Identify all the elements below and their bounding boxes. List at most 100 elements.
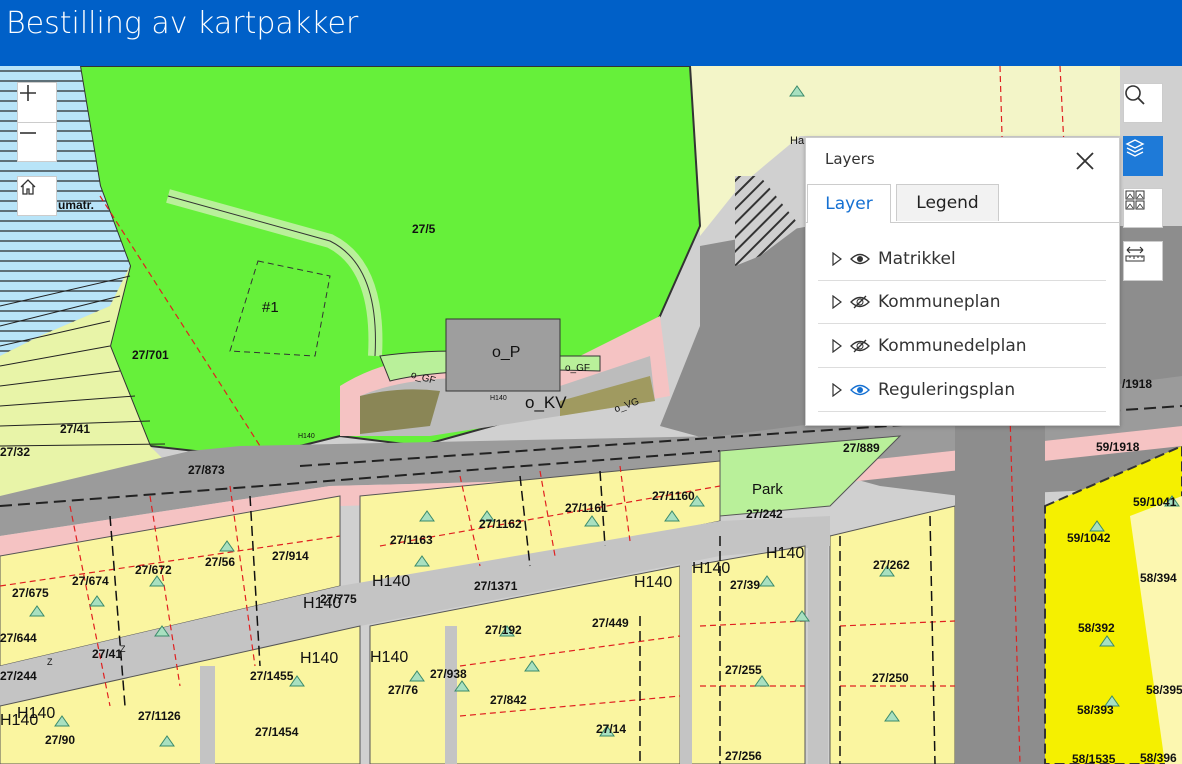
tab-layer[interactable]: Layer	[807, 184, 891, 223]
map-label: 27/938	[430, 667, 467, 681]
map-label: 27/873	[188, 463, 225, 477]
map-label: 27/250	[872, 671, 909, 685]
layer-row-kommunedelplan[interactable]: Kommunedelplan	[818, 324, 1106, 368]
zoom-out-button[interactable]	[17, 122, 57, 162]
map-label: 27/41	[92, 647, 122, 661]
map-label: 27/1163	[390, 533, 433, 547]
map-label: 27/1162	[479, 517, 522, 531]
layer-label: Kommunedelplan	[878, 335, 1027, 356]
close-button[interactable]	[1074, 150, 1096, 172]
expand-icon[interactable]	[832, 382, 842, 397]
home-button[interactable]	[17, 176, 57, 216]
layer-row-reguleringsplan[interactable]: Reguleringsplan	[818, 368, 1106, 412]
map-label: 27/76	[388, 683, 418, 697]
map-label: Z	[120, 644, 126, 654]
map-label: 27/449	[592, 616, 629, 630]
map-label: o_P	[492, 344, 520, 361]
map-label: 58/1535	[1072, 752, 1116, 764]
map-label: 27/5	[412, 222, 436, 236]
hidden-eye-icon[interactable]	[850, 295, 870, 309]
map-label: o_GF	[565, 363, 590, 374]
layers-tabs: Layer Legend	[806, 184, 1119, 223]
map-label: H140	[300, 650, 338, 667]
map-label: 27/674	[72, 574, 109, 588]
map-label: H140	[370, 649, 408, 666]
layers-button[interactable]	[1123, 136, 1163, 176]
measure-icon	[1125, 246, 1145, 262]
map-label: Park	[752, 481, 783, 498]
home-icon	[20, 179, 36, 195]
layer-label: Reguleringsplan	[878, 379, 1016, 400]
layers-panel: Layers Layer Legend Matrikkel Kommunepla…	[805, 137, 1120, 426]
zoom-in-button[interactable]	[17, 82, 57, 122]
map-label: H140	[0, 712, 38, 729]
expand-icon[interactable]	[832, 294, 842, 309]
map-label: 27/842	[490, 693, 527, 707]
lot-block-3	[829, 505, 956, 764]
map-label: 27/1126	[138, 709, 181, 723]
map-label: 27/262	[873, 558, 910, 572]
map-label: H140	[303, 595, 341, 612]
map-label: 27/644	[0, 631, 37, 645]
map-label: 27/1455	[250, 669, 294, 683]
map-label: Z	[47, 657, 53, 667]
map-label: H140	[298, 433, 315, 440]
map-label: 27/1160	[652, 489, 695, 503]
map-label: 58/394	[1140, 571, 1177, 585]
layer-label: Matrikkel	[878, 248, 956, 269]
map-label: 58/395	[1146, 683, 1182, 697]
map-label: 27/889	[843, 441, 880, 455]
map-label: H140	[490, 395, 507, 402]
map-label: 27/32	[0, 445, 30, 459]
layers-panel-title: Layers	[825, 150, 875, 168]
expand-icon[interactable]	[832, 338, 842, 353]
visible-eye-icon[interactable]	[850, 383, 870, 397]
tab-legend[interactable]: Legend	[896, 184, 999, 221]
map-label: 27/14	[596, 722, 626, 736]
map-label: 27/672	[135, 563, 172, 577]
close-icon	[1076, 152, 1094, 170]
map-label: H140	[634, 574, 672, 591]
map-label: 27/701	[132, 348, 169, 362]
map-label: 58/396	[1140, 751, 1177, 764]
map-label: 27/914	[272, 549, 309, 563]
expand-icon[interactable]	[832, 251, 842, 266]
search-button[interactable]	[1123, 83, 1163, 123]
map-label: Ha	[790, 135, 805, 147]
map-label: H140	[372, 573, 410, 590]
layer-row-kommuneplan[interactable]: Kommuneplan	[818, 280, 1106, 324]
map-label: H140	[766, 545, 804, 562]
map-label: 58/392	[1078, 621, 1115, 635]
map-label: 27/192	[485, 623, 522, 637]
map-label: 59/1042	[1067, 531, 1111, 545]
map-label: 27/244	[0, 669, 37, 683]
map-label: o_KV	[525, 393, 567, 412]
map-label: 27/1454	[255, 725, 299, 739]
map-label: H140	[692, 560, 730, 577]
map-label: 27/242	[746, 507, 783, 521]
map-label: 27/256	[725, 749, 762, 763]
layer-label: Kommuneplan	[878, 291, 1001, 312]
basemap-button[interactable]	[1123, 188, 1163, 228]
app-header: Bestilling av kartpakker	[0, 0, 1182, 66]
layer-row-matrikkel[interactable]: Matrikkel	[818, 237, 1106, 281]
map-label: 27/41	[60, 422, 90, 436]
app-title: Bestilling av kartpakker	[6, 6, 359, 41]
map-label: 27/1161	[565, 501, 608, 515]
map-label: 27/1371	[474, 579, 518, 593]
basemap-gallery-icon	[1125, 190, 1145, 210]
map-label: 59/1041	[1133, 495, 1177, 509]
map-label: #1	[262, 299, 279, 316]
map-label: 27/39	[730, 578, 760, 592]
map-label: 27/90	[45, 733, 75, 747]
visible-eye-icon[interactable]	[850, 252, 870, 266]
minus-icon	[20, 132, 36, 134]
plus-icon	[20, 85, 36, 101]
layers-icon	[1125, 139, 1145, 157]
map-label: /1918	[1122, 377, 1152, 391]
map-label: 58/393	[1077, 703, 1114, 717]
hidden-eye-icon[interactable]	[850, 339, 870, 353]
map-label: umatr.	[58, 198, 94, 212]
map-label: 59/1918	[1096, 440, 1140, 454]
measure-button[interactable]	[1123, 241, 1163, 281]
